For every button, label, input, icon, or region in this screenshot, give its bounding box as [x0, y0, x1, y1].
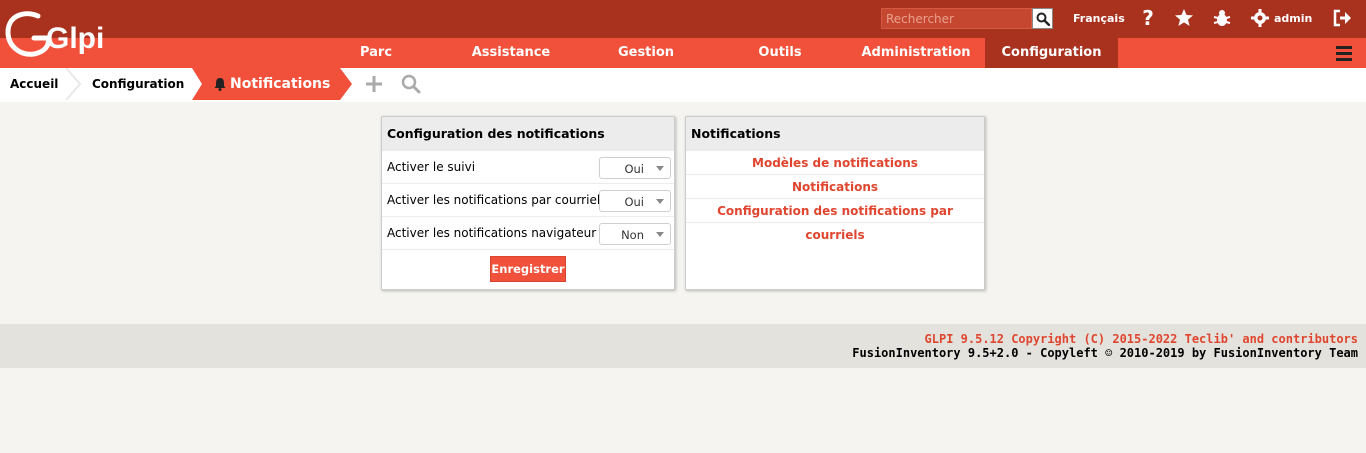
menu-item-gestion[interactable]: Gestion [606, 38, 686, 68]
menu-item-parc[interactable]: Parc [336, 38, 416, 68]
top-bar [0, 0, 1366, 38]
chevron-down-icon [656, 166, 664, 171]
followup-select[interactable]: Oui [599, 157, 671, 179]
menu-item-outils[interactable]: Outils [740, 38, 820, 68]
plugin-copyright: FusionInventory 9.5+2.0 - Copyleft ☺ 201… [852, 346, 1358, 360]
panel-title: Configuration des notifications [382, 117, 674, 151]
star-icon[interactable] [1172, 7, 1196, 29]
plus-icon[interactable] [364, 74, 384, 94]
breadcrumb-separator [66, 68, 82, 100]
save-button[interactable]: Enregistrer [490, 256, 566, 282]
language-selector[interactable]: Français [1073, 0, 1125, 38]
email-notifications-select[interactable]: Oui [599, 190, 671, 212]
glpi-logo[interactable]: Glpi [4, 6, 104, 62]
bug-icon[interactable] [1210, 7, 1234, 29]
link-email-notification-config[interactable]: Configuration des notifications par cour… [686, 199, 984, 242]
chevron-down-icon [656, 199, 664, 204]
logo-text: Glpi [46, 22, 104, 55]
link-notification-templates[interactable]: Modèles de notifications [686, 151, 984, 175]
breadcrumb-section[interactable]: Configuration [92, 68, 184, 100]
menu-item-administration[interactable]: Administration [856, 38, 976, 68]
chevron-down-icon [656, 232, 664, 237]
gear-icon[interactable] [1248, 7, 1272, 29]
form-row-browser: Activer les notifications navigateur Non [382, 217, 674, 250]
footer: GLPI 9.5.12 Copyright (C) 2015-2022 Tecl… [0, 324, 1366, 368]
link-notifications[interactable]: Notifications [686, 175, 984, 199]
field-label: Activer le suivi [387, 160, 476, 174]
breadcrumb-current[interactable]: Notifications [214, 68, 330, 100]
help-icon[interactable]: ? [1136, 6, 1160, 30]
hamburger-icon[interactable] [1334, 43, 1354, 63]
panel-title: Notifications [686, 117, 984, 151]
form-row-email: Activer les notifications par courriel O… [382, 184, 674, 217]
bell-icon [214, 78, 226, 91]
menu-item-configuration[interactable]: Configuration [985, 38, 1118, 68]
breadcrumb-current-label: Notifications [230, 76, 331, 92]
search-input-wrap[interactable] [881, 8, 1032, 29]
browser-notifications-select[interactable]: Non [599, 223, 671, 245]
search-icon [1036, 12, 1050, 26]
breadcrumb-home[interactable]: Accueil [10, 68, 58, 100]
search-input[interactable] [882, 9, 1031, 28]
menu-item-assistance[interactable]: Assistance [462, 38, 560, 68]
logout-icon[interactable] [1330, 7, 1354, 29]
form-row-followup: Activer le suivi Oui [382, 151, 674, 184]
search-button[interactable] [1032, 8, 1053, 29]
user-name[interactable]: admin [1274, 0, 1312, 38]
field-label: Activer les notifications par courriel [387, 193, 601, 207]
glpi-copyright-link[interactable]: GLPI 9.5.12 Copyright (C) 2015-2022 Tecl… [925, 332, 1358, 346]
notifications-links-panel: Notifications Modèles de notifications N… [685, 116, 985, 290]
field-label: Activer les notifications navigateur [387, 226, 597, 240]
notification-config-panel: Configuration des notifications Activer … [381, 116, 675, 290]
search-icon[interactable] [401, 74, 421, 94]
